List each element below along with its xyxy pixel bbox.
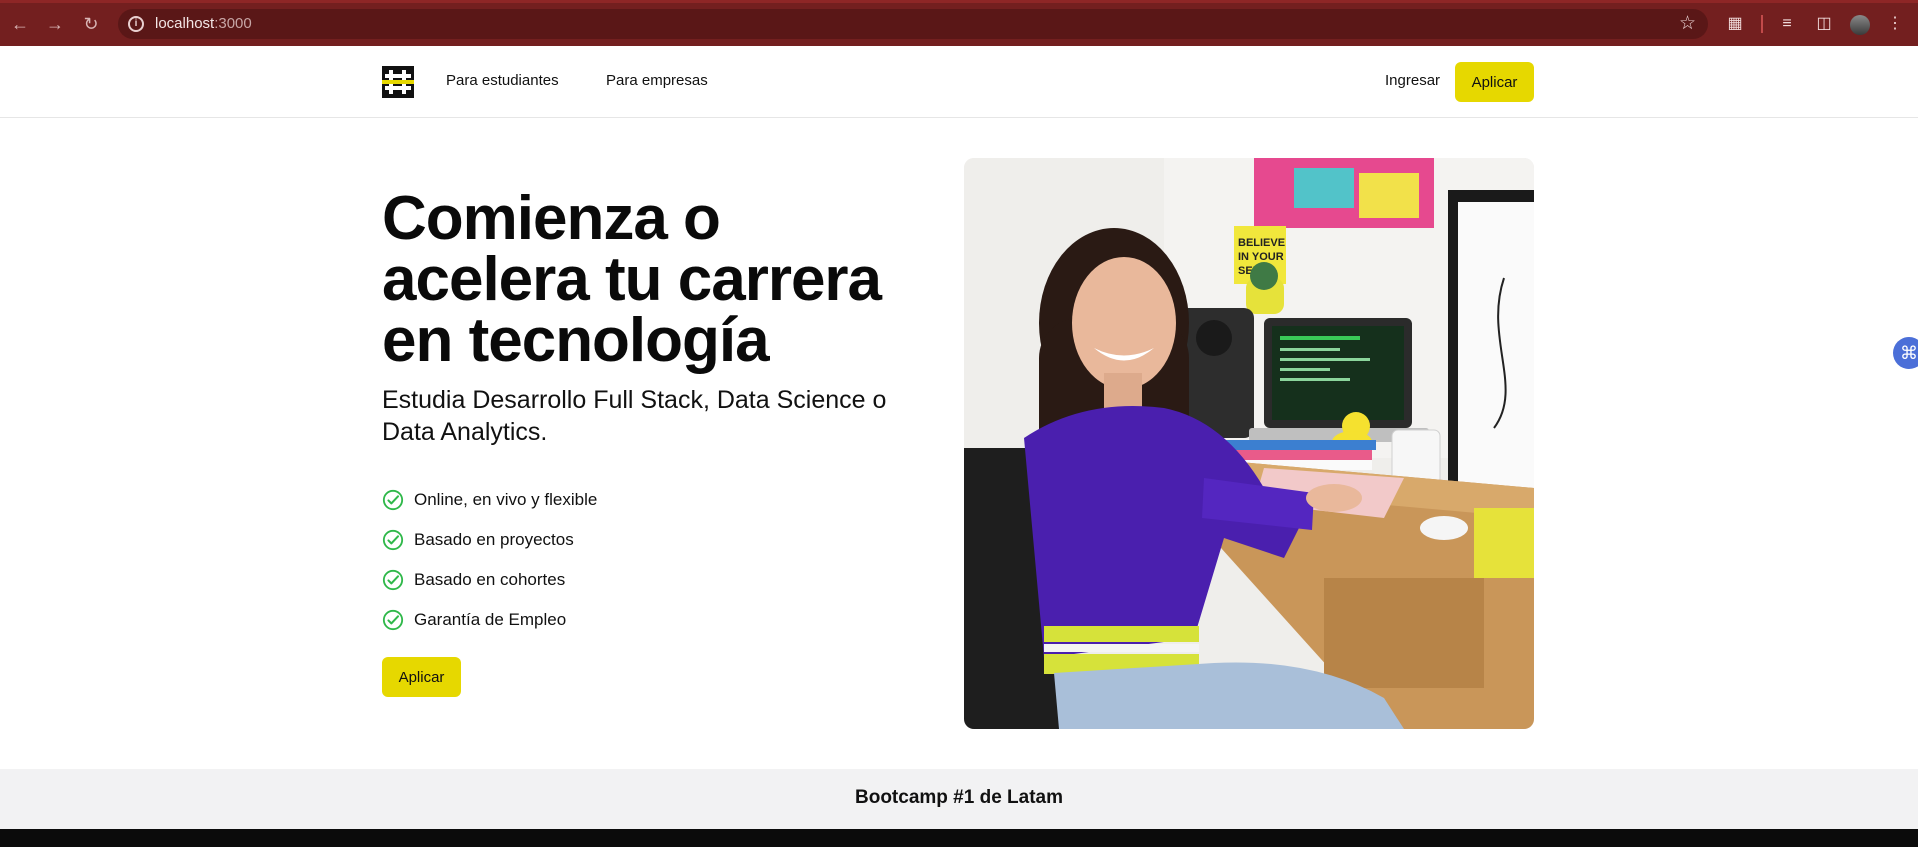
back-arrow-icon[interactable]: ← — [9, 13, 31, 35]
feature-item: Garantía de Empleo — [382, 600, 597, 640]
feature-text: Basado en cohortes — [414, 570, 566, 589]
reload-icon[interactable]: ↻ — [80, 13, 102, 35]
hero-title: Comienza o acelera tu carrera en tecnolo… — [382, 188, 942, 372]
banner-text: Bootcamp #1 de Latam — [855, 787, 1063, 808]
extensions-puzzle-icon[interactable]: ▦ — [1724, 13, 1746, 35]
login-link[interactable]: Ingresar — [1385, 72, 1440, 89]
poster-text: BELIEVE — [1238, 237, 1285, 249]
header-apply-button[interactable]: Aplicar — [1455, 62, 1534, 102]
site-info-icon[interactable]: i — [128, 16, 144, 32]
nav-link-companies[interactable]: Para empresas — [606, 72, 708, 89]
hero-title-line: en tecnología — [382, 306, 770, 375]
check-circle-icon — [382, 489, 404, 511]
hero-title-line: Comienza o — [382, 184, 721, 253]
hero-apply-button[interactable]: Aplicar — [382, 657, 461, 697]
feature-item: Basado en cohortes — [382, 560, 597, 600]
feature-list: Online, en vivo y flexible Basado en pro… — [382, 480, 597, 640]
logo-stroke — [385, 86, 411, 90]
ranking-banner: Bootcamp #1 de Latam — [0, 769, 1918, 829]
logo-accent — [382, 80, 414, 84]
svg-text:IN YOUR: IN YOUR — [1238, 251, 1284, 263]
hero-photo: BELIEVE IN YOUR SELF — [964, 158, 1534, 729]
address-bar[interactable]: i localhost:3000 ☆ — [118, 9, 1708, 39]
floating-shortcut-icon[interactable]: ⌘ — [1893, 337, 1918, 369]
hero-photo-illustration: BELIEVE IN YOUR SELF — [964, 158, 1534, 729]
browser-toolbar: ← → ↻ i localhost:3000 ☆ ▦ ≡ ◫ ⋮ — [0, 0, 1918, 46]
nav-link-students[interactable]: Para estudiantes — [446, 72, 559, 89]
profile-avatar[interactable] — [1850, 15, 1870, 35]
site-header: Para estudiantes Para empresas Ingresar … — [0, 46, 1918, 118]
hero-title-line: acelera tu carrera — [382, 245, 882, 314]
media-queue-icon[interactable]: ≡ — [1776, 13, 1798, 35]
toolbar-divider — [1761, 15, 1763, 33]
check-circle-icon — [382, 609, 404, 631]
check-circle-icon — [382, 569, 404, 591]
feature-item: Basado en proyectos — [382, 520, 597, 560]
more-menu-icon[interactable]: ⋮ — [1884, 13, 1906, 35]
forward-arrow-icon[interactable]: → — [44, 13, 66, 35]
bookmark-star-icon[interactable]: ☆ — [1679, 12, 1696, 35]
feature-text: Online, en vivo y flexible — [414, 490, 598, 509]
hero-subtitle: Estudia Desarrollo Full Stack, Data Scie… — [382, 386, 887, 446]
dark-section-edge — [0, 829, 1918, 847]
feature-text: Garantía de Empleo — [414, 610, 567, 629]
side-panel-icon[interactable]: ◫ — [1813, 13, 1835, 35]
brand-logo[interactable] — [382, 66, 414, 98]
check-circle-icon — [382, 529, 404, 551]
address-url[interactable]: localhost:3000 — [155, 15, 252, 32]
logo-stroke — [385, 74, 411, 78]
feature-text: Basado en proyectos — [414, 530, 574, 549]
feature-item: Online, en vivo y flexible — [382, 480, 597, 520]
